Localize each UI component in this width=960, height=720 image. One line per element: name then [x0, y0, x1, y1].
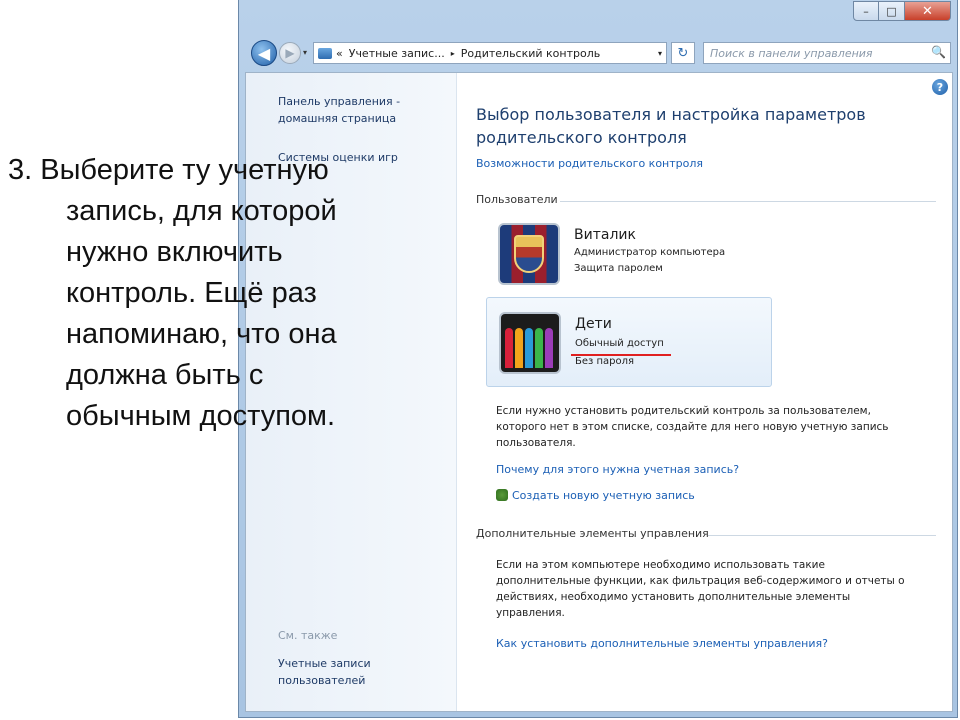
- instruction-line: обычным доступом.: [66, 400, 336, 432]
- address-bar[interactable]: « Учетные запис... ▸ Родительский контро…: [313, 42, 667, 64]
- see-also-header: См. также: [278, 629, 338, 642]
- instruction-line: напоминаю, что она: [66, 318, 337, 350]
- club-crest-icon: [514, 235, 544, 273]
- fc-barcelona-avatar: [498, 223, 560, 285]
- recent-pages-dropdown-icon[interactable]: ▾: [303, 48, 307, 57]
- user-password-status: Без пароля: [575, 356, 635, 367]
- breadcrumb-separator-icon[interactable]: ▸: [451, 49, 455, 58]
- section-divider: [560, 201, 936, 202]
- create-account-link[interactable]: Создать новую учетную запись: [496, 489, 695, 502]
- navigation-bar: ◀ ▶ ▾ « Учетные запис... ▸ Родительский …: [247, 38, 953, 68]
- minimize-button[interactable]: –: [853, 1, 879, 21]
- address-dropdown-icon[interactable]: ▾: [658, 49, 662, 58]
- users-section-header: Пользователи: [476, 193, 558, 206]
- crayons-avatar: [499, 312, 561, 374]
- section-divider: [708, 535, 936, 536]
- user-tile-vitalik[interactable]: Виталик Администратор компьютера Защита …: [486, 209, 772, 299]
- crayon-icon: [525, 328, 533, 368]
- help-icon[interactable]: ?: [932, 79, 948, 95]
- sidebar-item-home[interactable]: Панель управления - домашняя страница: [278, 93, 448, 127]
- search-placeholder: Поиск в панели управления: [710, 46, 873, 60]
- close-button[interactable]: ✕: [905, 1, 951, 21]
- install-extra-controls-link[interactable]: Как установить дополнительные элементы у…: [496, 637, 828, 650]
- extra-controls-info-text: Если на этом компьютере необходимо испол…: [496, 559, 905, 619]
- forward-button[interactable]: ▶: [279, 42, 301, 64]
- breadcrumb-user-accounts[interactable]: Учетные запис...: [349, 47, 445, 60]
- instruction-line: контроль. Ещё раз: [66, 277, 317, 309]
- extra-controls-section-header: Дополнительные элементы управления: [476, 527, 709, 540]
- parental-controls-features-link[interactable]: Возможности родительского контроля: [476, 157, 703, 170]
- crayon-icon: [505, 328, 513, 368]
- user-name: Виталик: [574, 227, 636, 243]
- search-icon[interactable]: 🔍: [931, 45, 946, 59]
- user-account-type: Администратор компьютера: [574, 247, 726, 258]
- breadcrumb-prefix[interactable]: «: [336, 47, 343, 60]
- crayon-icon: [545, 328, 553, 368]
- window-controls: – □ ✕: [853, 1, 951, 21]
- why-account-link[interactable]: Почему для этого нужна учетная запись?: [496, 463, 739, 476]
- breadcrumb-parental-controls[interactable]: Родительский контроль: [461, 47, 601, 60]
- users-icon: [496, 489, 508, 501]
- sidebar-item-user-accounts[interactable]: Учетные записи пользователей: [278, 655, 378, 689]
- create-account-info-text: Если нужно установить родительский контр…: [496, 405, 889, 449]
- page-title: Выбор пользователя и настройка параметро…: [476, 105, 866, 147]
- instruction-line: должна быть с: [66, 359, 264, 391]
- crayon-icon: [515, 328, 523, 368]
- user-password-status: Защита паролем: [574, 263, 663, 274]
- user-tile-deti[interactable]: Дети Обычный доступ Без пароля: [486, 297, 772, 387]
- instruction-line: запись, для которой: [66, 195, 337, 227]
- instruction-text: 3. Выберите ту учетную запись, для котор…: [8, 150, 428, 437]
- user-name: Дети: [575, 316, 612, 332]
- control-panel-icon: [318, 47, 332, 59]
- create-account-label: Создать новую учетную запись: [512, 489, 695, 502]
- search-input[interactable]: Поиск в панели управления 🔍: [703, 42, 951, 64]
- refresh-icon[interactable]: ↻: [671, 42, 695, 64]
- maximize-button[interactable]: □: [879, 1, 905, 21]
- crayon-icon: [535, 328, 543, 368]
- instruction-line: 3. Выберите ту учетную: [8, 154, 329, 186]
- user-account-type: Обычный доступ: [575, 338, 664, 349]
- instruction-line: нужно включить: [66, 236, 283, 268]
- back-button[interactable]: ◀: [251, 40, 277, 66]
